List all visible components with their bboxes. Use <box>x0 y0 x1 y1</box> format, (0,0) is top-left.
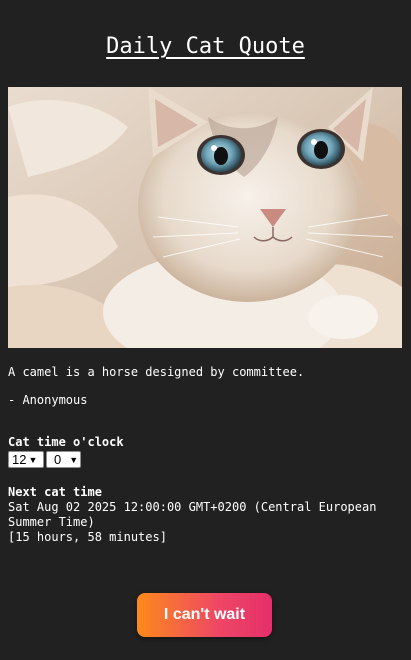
hour-select-value: 12 <box>12 452 27 467</box>
cant-wait-button[interactable]: I can't wait <box>137 593 272 637</box>
minute-select[interactable]: 0 ▼ <box>46 451 81 468</box>
hour-select[interactable]: 12 ▼ <box>8 451 44 468</box>
cat-time-selects: 12 ▼ 0 ▼ <box>8 451 81 468</box>
countdown-text: [15 hours, 58 minutes] <box>8 530 167 544</box>
chevron-down-icon: ▼ <box>69 454 79 465</box>
minute-select-value: 0 <box>54 452 62 467</box>
cat-time-label: Cat time o'clock <box>8 435 124 449</box>
page-title: Daily Cat Quote <box>106 34 305 59</box>
quote-text: A camel is a horse designed by committee… <box>8 365 305 379</box>
next-cat-time-value: Sat Aug 02 2025 12:00:00 GMT+0200 (Centr… <box>8 500 377 529</box>
next-cat-time-label: Next cat time <box>8 485 102 499</box>
chevron-down-icon: ▼ <box>28 454 38 465</box>
quote-author: - Anonymous <box>8 393 88 407</box>
cat-photo <box>8 87 402 348</box>
page: Daily Cat Quote A camel is a horse desig… <box>0 0 411 660</box>
